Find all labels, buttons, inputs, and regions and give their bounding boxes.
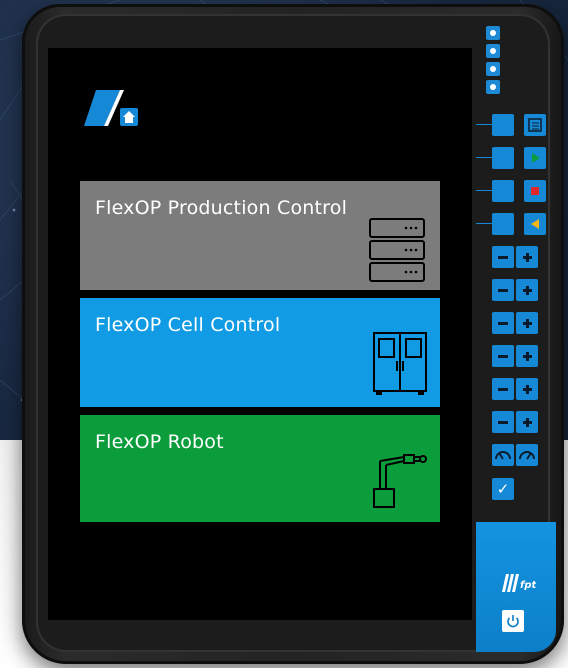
speed-plus-icon[interactable] <box>516 444 538 466</box>
function-key-3[interactable] <box>492 180 514 202</box>
minus-button[interactable] <box>492 411 514 433</box>
tile-label: FlexOP Robot <box>95 431 224 453</box>
brand-logo: fpt <box>502 572 538 598</box>
key-connector <box>476 157 492 158</box>
minus-button[interactable] <box>492 378 514 400</box>
jog-pair-4 <box>492 345 538 367</box>
jog-pair-6 <box>492 411 538 433</box>
tile-label: FlexOP Production Control <box>95 197 348 219</box>
function-key-1[interactable] <box>492 114 514 136</box>
power-button[interactable] <box>502 610 524 632</box>
tile-robot[interactable]: FlexOP Robot <box>80 415 440 522</box>
status-led <box>486 80 500 94</box>
function-key-2[interactable] <box>492 147 514 169</box>
function-key-4[interactable] <box>492 213 514 235</box>
svg-text:fpt: fpt <box>520 580 536 591</box>
jog-pair-1 <box>492 246 538 268</box>
plus-button[interactable] <box>516 411 538 433</box>
key-connector <box>476 190 492 191</box>
key-connector <box>476 223 492 224</box>
brand-panel: fpt <box>476 522 556 652</box>
tile-cell-control[interactable]: FlexOP Cell Control <box>80 298 440 407</box>
minus-button[interactable] <box>492 246 514 268</box>
tile-label: FlexOP Cell Control <box>95 314 281 336</box>
document-icon <box>524 114 546 136</box>
plus-button[interactable] <box>516 279 538 301</box>
server-rack-icon <box>368 217 428 287</box>
minus-button[interactable] <box>492 345 514 367</box>
jog-pair-2 <box>492 279 538 301</box>
fpt-logo-icon: fpt <box>502 574 538 592</box>
plus-button[interactable] <box>516 312 538 334</box>
jog-pair-5 <box>492 378 538 400</box>
status-led <box>486 26 500 40</box>
check-icon[interactable]: ✓ <box>492 478 514 500</box>
tile-production-control[interactable]: FlexOP Production Control <box>80 181 440 290</box>
back-icon <box>524 213 546 235</box>
home-icon[interactable] <box>82 88 142 128</box>
jog-pair-3 <box>492 312 538 334</box>
stop-icon <box>524 180 546 202</box>
status-led <box>486 44 500 58</box>
robot-arm-icon <box>370 451 434 515</box>
power-icon <box>507 615 519 628</box>
plus-button[interactable] <box>516 345 538 367</box>
play-icon <box>524 147 546 169</box>
key-connector <box>476 124 492 125</box>
plus-button[interactable] <box>516 246 538 268</box>
speed-minus-icon[interactable] <box>492 444 514 466</box>
status-led <box>486 62 500 76</box>
plus-button[interactable] <box>516 378 538 400</box>
minus-button[interactable] <box>492 279 514 301</box>
cabinet-icon <box>370 331 430 401</box>
minus-button[interactable] <box>492 312 514 334</box>
